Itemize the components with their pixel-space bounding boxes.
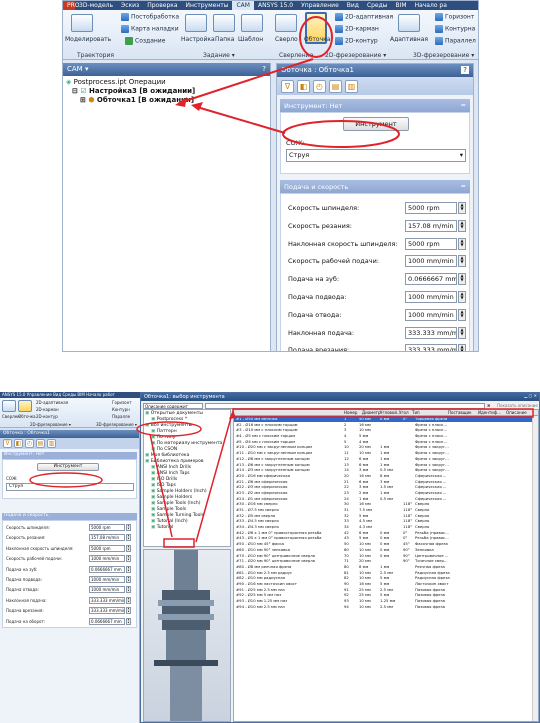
- annotation-circle: [282, 120, 400, 148]
- annotation-arrow: [149, 433, 173, 538]
- bottom-screenshot: ANSYS 15.0 Управление Вид Среды BIM Нача…: [0, 392, 540, 723]
- annotation-circle: [29, 472, 103, 488]
- annotation-arrow: [196, 106, 286, 134]
- annotation-box: [232, 408, 534, 418]
- annotation-arrow: [178, 58, 314, 104]
- annotation-circle: [136, 421, 202, 437]
- annotation-arrowhead: [175, 97, 187, 107]
- annotation-arrowhead: [191, 102, 203, 111]
- annotation-box: [163, 538, 195, 548]
- top-screenshot: PRO3D-модель Эскиз Проверка Инструменты CAM A…: [62, 0, 479, 352]
- annotation-arrow: [195, 413, 233, 543]
- annotation-layer: [175, 16, 400, 148]
- annotation-layer: [29, 408, 534, 548]
- annotation-circle: [299, 16, 333, 58]
- annotation-arrowhead: [229, 410, 236, 419]
